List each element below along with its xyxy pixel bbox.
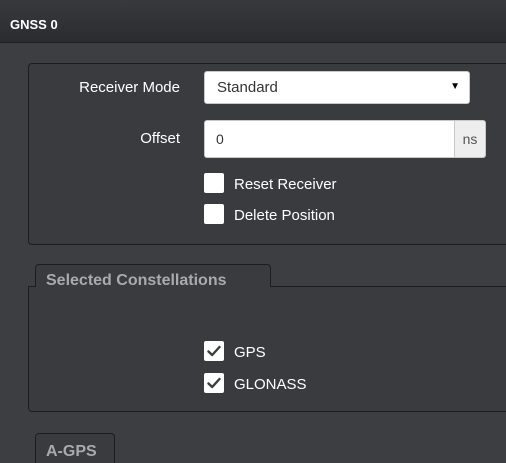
gps-label[interactable]: GPS bbox=[234, 344, 266, 361]
delete-position-checkbox[interactable] bbox=[204, 204, 224, 224]
offset-label: Offset bbox=[140, 130, 180, 147]
glonass-label[interactable]: GLONASS bbox=[234, 376, 307, 393]
tab-agps: A-GPS bbox=[35, 433, 115, 463]
reset-receiver-label[interactable]: Reset Receiver bbox=[234, 176, 337, 193]
receiver-mode-label: Receiver Mode bbox=[79, 79, 180, 96]
gps-checkbox[interactable] bbox=[204, 341, 224, 361]
checkmark-icon bbox=[207, 345, 221, 357]
glonass-checkbox[interactable] bbox=[204, 373, 224, 393]
offset-input[interactable] bbox=[204, 120, 454, 158]
checkmark-icon bbox=[207, 377, 221, 389]
constellations-panel bbox=[28, 286, 506, 412]
tab-agps-label: A-GPS bbox=[46, 443, 97, 460]
receiver-mode-value: Standard bbox=[217, 79, 278, 96]
panel-header: GNSS 0 bbox=[0, 0, 506, 43]
dropdown-arrow-icon: ▼ bbox=[450, 81, 460, 92]
offset-unit-addon: ns bbox=[454, 120, 486, 158]
receiver-mode-select[interactable]: Standard ▼ bbox=[204, 71, 470, 104]
panel-title: GNSS 0 bbox=[10, 17, 58, 32]
reset-receiver-checkbox[interactable] bbox=[204, 173, 224, 193]
tab-selected-constellations: Selected Constellations bbox=[35, 264, 271, 289]
tab-selected-constellations-label: Selected Constellations bbox=[46, 272, 227, 289]
delete-position-label[interactable]: Delete Position bbox=[234, 207, 335, 224]
